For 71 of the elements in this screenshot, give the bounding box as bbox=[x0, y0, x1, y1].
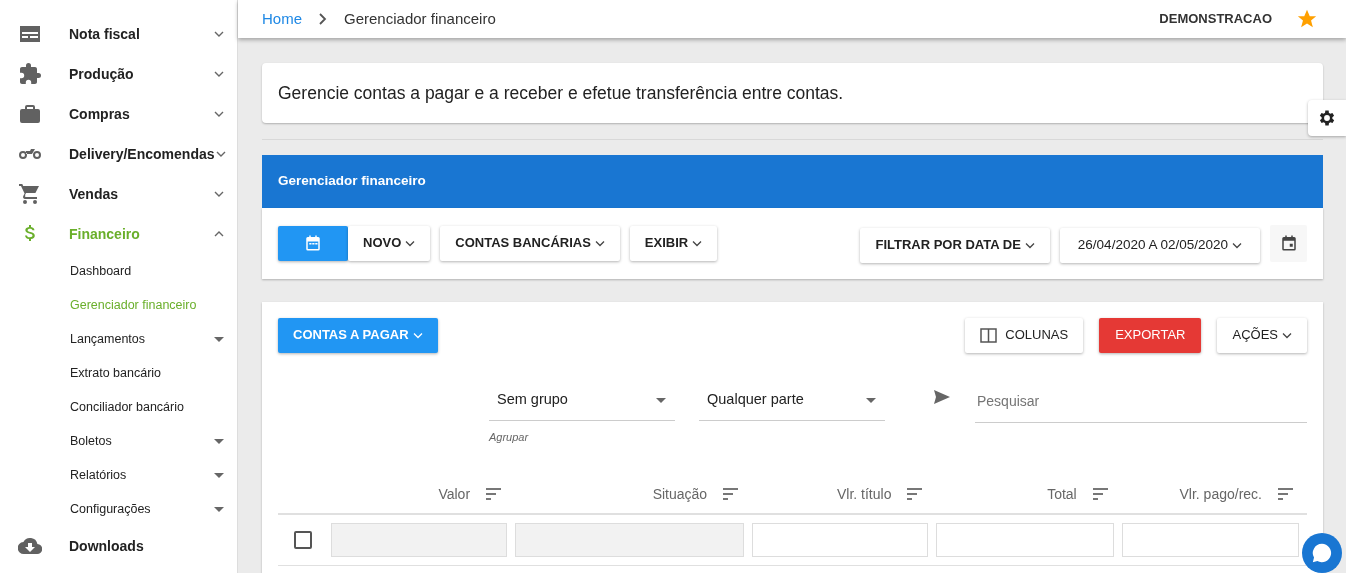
columns-icon bbox=[980, 327, 998, 343]
caret-icon bbox=[1024, 241, 1035, 249]
settings-icon bbox=[1317, 108, 1337, 128]
sort-icon[interactable] bbox=[723, 488, 739, 500]
column-filter-field[interactable] bbox=[1121, 523, 1299, 557]
caret-down-icon bbox=[865, 396, 877, 404]
sidebar-subitem[interactable]: Lançamentos bbox=[0, 322, 237, 356]
star-icon[interactable] bbox=[1296, 8, 1318, 30]
sidebar-item[interactable]: Nota fiscal bbox=[0, 14, 237, 54]
column-header[interactable]: Total bbox=[1047, 483, 1077, 505]
sort-icon[interactable] bbox=[907, 488, 923, 500]
breadcrumb-current: Gerenciador financeiro bbox=[344, 8, 496, 29]
column-filter-field[interactable] bbox=[936, 523, 1114, 557]
column-filter-field[interactable] bbox=[752, 523, 929, 557]
date-filter-button[interactable]: FILTRAR POR DATA DE bbox=[860, 227, 1050, 263]
sidebar-item[interactable]: Compras bbox=[0, 94, 237, 134]
cart-icon bbox=[18, 182, 42, 206]
caret-icon bbox=[1282, 331, 1292, 339]
home-link[interactable]: Home bbox=[262, 7, 302, 31]
calendar-icon bbox=[304, 234, 322, 252]
group-select[interactable]: Sem grupo bbox=[489, 380, 675, 421]
caret-icon bbox=[1232, 241, 1242, 249]
user-name[interactable]: DEMONSTRACAO bbox=[1159, 9, 1272, 29]
sidebar-subitem[interactable]: Extrato bancário bbox=[0, 356, 237, 390]
chevron-right-icon bbox=[318, 13, 328, 25]
columns-button[interactable]: COLUNAS bbox=[965, 317, 1084, 353]
sidebar-item[interactable]: Downloads bbox=[0, 526, 237, 566]
puzzle-icon bbox=[18, 62, 42, 86]
actions-button[interactable]: AÇÕES bbox=[1217, 317, 1307, 353]
sidebar-subitem[interactable]: Boletos bbox=[0, 424, 237, 458]
chat-button[interactable] bbox=[1302, 533, 1342, 573]
caret-down-icon bbox=[213, 471, 225, 479]
dropdown-button[interactable]: CONTAS BANCÁRIAS bbox=[440, 225, 620, 261]
export-button[interactable]: EXPORTAR bbox=[1099, 317, 1202, 353]
chat-bubble-icon bbox=[1311, 542, 1333, 564]
caret-down-icon bbox=[213, 335, 225, 343]
sort-icon[interactable] bbox=[1278, 488, 1293, 500]
group-label: Agrupar bbox=[489, 429, 530, 445]
select-all-checkbox[interactable] bbox=[294, 531, 312, 549]
sort-icon[interactable] bbox=[486, 488, 502, 500]
sidebar-subitem[interactable]: Relatórios bbox=[0, 458, 237, 492]
date-range-button[interactable]: 26/04/2020 A 02/05/2020 bbox=[1059, 227, 1260, 263]
caret-icon bbox=[405, 239, 416, 247]
dropdown-button[interactable]: NOVO bbox=[348, 225, 431, 261]
caret-down-icon bbox=[213, 505, 225, 513]
column-header[interactable]: Vlr. título bbox=[836, 483, 892, 505]
column-header[interactable]: Situação bbox=[652, 483, 708, 505]
sidebar-subitem[interactable]: Configurações bbox=[0, 492, 237, 526]
send-icon[interactable] bbox=[933, 388, 951, 405]
sidebar-item[interactable]: Delivery/Encomendas bbox=[0, 134, 237, 174]
briefcase-icon bbox=[18, 102, 42, 126]
sort-icon[interactable] bbox=[1092, 488, 1108, 500]
dropdown-button[interactable]: EXIBIR bbox=[629, 225, 718, 261]
sidebar-subitem[interactable]: Conciliador bancário bbox=[0, 390, 237, 424]
party-select[interactable]: Qualquer parte bbox=[699, 380, 885, 421]
caret-down-icon bbox=[213, 437, 225, 445]
settings-button[interactable] bbox=[1308, 100, 1346, 136]
sidebar-item[interactable]: Produção bbox=[0, 54, 237, 94]
column-header[interactable]: Valor bbox=[438, 483, 471, 505]
column-header[interactable]: Vlr. pago/rec. bbox=[1179, 483, 1262, 505]
caret-icon bbox=[692, 239, 703, 247]
motorcycle-icon bbox=[18, 149, 42, 161]
calendar-icon bbox=[1279, 234, 1298, 252]
calendar-button[interactable] bbox=[1270, 224, 1307, 262]
caret-down-icon bbox=[655, 396, 667, 404]
sidebar-subitem[interactable]: Dashboard bbox=[0, 254, 237, 288]
panel-title: Gerenciador financeiro bbox=[278, 173, 426, 189]
description-text: Gerencie contas a pagar e a receber e efetue transferência entre contas. bbox=[278, 83, 844, 103]
caret-icon bbox=[594, 239, 605, 247]
sidebar-item[interactable]: Vendas bbox=[0, 174, 237, 214]
caret-icon bbox=[412, 331, 423, 339]
